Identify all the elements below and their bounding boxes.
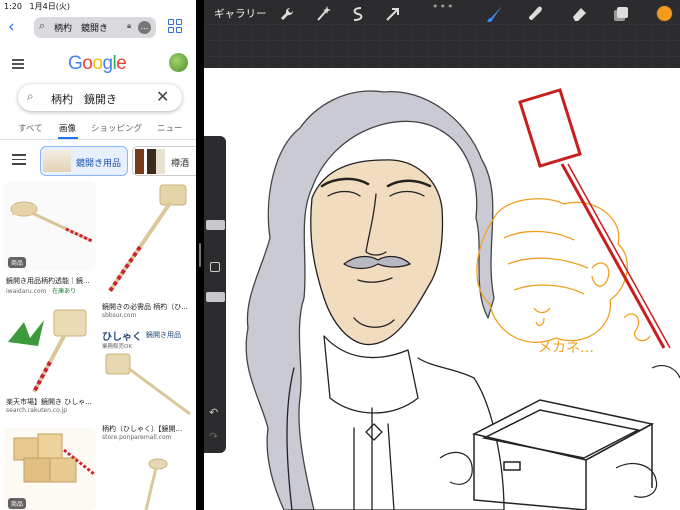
magic-wand-icon[interactable] bbox=[314, 5, 332, 23]
url-text: 柄杓 鏡開き bbox=[54, 24, 109, 34]
color-picker[interactable] bbox=[656, 5, 673, 22]
result-image-5[interactable]: 商品 bbox=[4, 428, 96, 510]
jacket-line bbox=[387, 423, 395, 510]
brush-icon[interactable] bbox=[486, 5, 504, 23]
result-site: sbbsur.com bbox=[102, 312, 137, 319]
layers-icon[interactable] bbox=[612, 5, 630, 23]
search-icon: ⌕ bbox=[27, 89, 34, 103]
result-title[interactable]: 鏡開き用品柄杓透能｜鏡... bbox=[6, 276, 94, 286]
opacity-slider[interactable] bbox=[206, 292, 225, 302]
redo-icon[interactable]: ↷ bbox=[209, 430, 218, 443]
face bbox=[310, 159, 444, 346]
clear-icon[interactable]: ✕ bbox=[156, 87, 169, 106]
result-image-6[interactable] bbox=[100, 452, 192, 510]
transparent-grid bbox=[204, 24, 680, 68]
procreate-pane: ギャラリー ••• メカネ… ↶ ↷ bbox=[204, 0, 680, 510]
smudge-icon[interactable] bbox=[527, 5, 545, 23]
result-image-4[interactable]: ひしゃく 鏡開き用品 業務販売OK bbox=[100, 324, 192, 420]
divider-handle[interactable] bbox=[199, 243, 201, 267]
google-logo[interactable]: Google bbox=[68, 53, 127, 75]
collar bbox=[323, 335, 419, 414]
google-search-box[interactable]: ⌕ 柄杓 鏡開き ✕ bbox=[18, 84, 182, 111]
eyedropper-button[interactable] bbox=[210, 262, 220, 272]
result-title[interactable]: 鏡開きの必需品 柄杓（ひ... bbox=[102, 302, 190, 312]
transform-icon[interactable] bbox=[384, 5, 402, 23]
result-title[interactable]: 楽天市場】鏡開き ひしゃ... bbox=[6, 397, 94, 407]
logo-letter: o bbox=[82, 53, 93, 74]
filter-icon[interactable] bbox=[12, 154, 26, 166]
tab-shopping[interactable]: ショッピング bbox=[91, 122, 142, 134]
tab-all[interactable]: すべて bbox=[18, 122, 43, 134]
result-site: store.ponparemall.com bbox=[102, 434, 172, 441]
sake-box bbox=[471, 399, 655, 510]
result-image-3[interactable] bbox=[4, 302, 96, 394]
undo-icon[interactable]: ↶ bbox=[209, 406, 218, 419]
chip-label: 鏡開き用品 bbox=[76, 159, 122, 169]
more-options-icon[interactable]: ••• bbox=[432, 0, 454, 13]
ladle-image bbox=[108, 184, 187, 293]
sketch-character bbox=[245, 90, 505, 510]
search-icon: ⌕ bbox=[39, 19, 46, 32]
status-date: 1月4日(火) bbox=[29, 2, 70, 11]
handwriting: メカネ… bbox=[538, 340, 594, 356]
search-query[interactable]: 柄杓 鏡開き bbox=[51, 91, 117, 107]
brush-size-slider[interactable] bbox=[206, 220, 225, 230]
ladle-image bbox=[105, 353, 191, 416]
procreate-toolbar: ギャラリー ••• bbox=[204, 0, 680, 68]
chip-taruzake[interactable]: 樽酒 bbox=[132, 146, 196, 176]
product-badge: 商品 bbox=[8, 257, 27, 268]
selection-icon[interactable] bbox=[349, 5, 367, 23]
safari-pane: 1:20 1月4日(火) ‹ ⌕ 柄杓 鏡開き 🔒︎ … Google ⌕ 柄杓… bbox=[0, 0, 196, 510]
menu-icon[interactable] bbox=[12, 59, 24, 69]
logo-letter: g bbox=[102, 53, 113, 74]
eraser-icon[interactable] bbox=[570, 5, 588, 23]
logo-letter: o bbox=[92, 53, 103, 74]
status-time: 1:20 bbox=[4, 2, 22, 11]
ladle-image bbox=[144, 458, 168, 510]
chip-thumbnail bbox=[43, 150, 71, 172]
drawing-canvas[interactable]: メカネ… bbox=[204, 68, 680, 510]
divider bbox=[0, 139, 196, 140]
lock-icon: 🔒︎ bbox=[127, 21, 132, 30]
avatar[interactable] bbox=[169, 53, 188, 72]
tab-overview-icon[interactable] bbox=[168, 19, 183, 34]
back-icon[interactable]: ‹ bbox=[8, 18, 22, 36]
brush-sidebar: ↶ ↷ bbox=[204, 136, 226, 453]
tab-news[interactable]: ニュー bbox=[157, 122, 183, 134]
chip-label: 樽酒 bbox=[171, 159, 190, 169]
tab-images[interactable]: 画像 bbox=[59, 122, 76, 134]
gallery-button[interactable]: ギャラリー bbox=[214, 6, 267, 21]
result-site: iwaidaru.com · 在庫あり bbox=[6, 288, 77, 295]
chip-kagamibiraki[interactable]: 鏡開き用品 bbox=[40, 146, 128, 176]
status-bar: 1:20 1月4日(火) bbox=[4, 1, 75, 12]
result-image-2[interactable] bbox=[100, 181, 192, 299]
more-icon[interactable]: … bbox=[138, 21, 151, 34]
result-title[interactable]: 柄杓（ひしゃく）【鏡開... bbox=[102, 424, 190, 434]
google-tabs: すべて 画像 ショッピング ニュー bbox=[0, 120, 196, 138]
split-view-divider[interactable] bbox=[196, 0, 204, 510]
wrench-icon[interactable] bbox=[278, 5, 296, 23]
red-ladle bbox=[518, 88, 671, 349]
result-image-1[interactable]: 商品 bbox=[4, 181, 96, 271]
logo-letter: e bbox=[116, 53, 127, 74]
address-bar[interactable]: ⌕ 柄杓 鏡開き 🔒︎ … bbox=[34, 17, 156, 38]
result-site: search.rakuten.co.jp bbox=[6, 407, 68, 414]
ladle-image bbox=[8, 309, 87, 393]
logo-letter: G bbox=[68, 53, 83, 74]
chip-thumbnail bbox=[135, 149, 165, 174]
product-badge: 商品 bbox=[8, 498, 27, 509]
jacket-detail bbox=[365, 423, 383, 441]
